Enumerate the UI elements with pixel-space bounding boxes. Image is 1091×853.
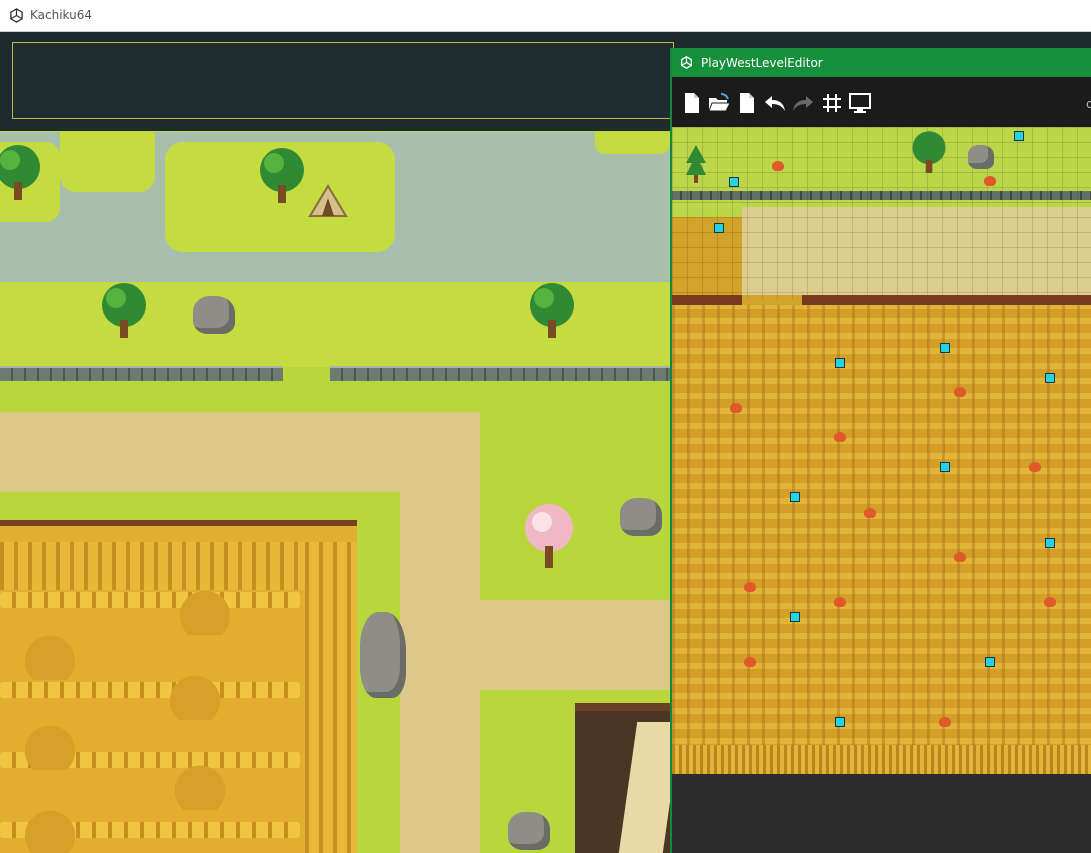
editor-titlebar[interactable]: PlayWestLevelEditor [672,48,1091,77]
level-editor-window[interactable]: PlayWestLevelEditor c [670,48,1091,853]
fox-enemy-marker[interactable] [954,387,966,397]
dirt-path [480,600,670,690]
canvas-grid [672,127,1091,299]
fox-enemy-marker[interactable] [834,597,846,607]
hay-mound [170,762,230,810]
entity-marker[interactable] [835,717,845,727]
tent-icon [308,184,348,217]
canvas-fence [802,295,1091,305]
canvas-field-edge [672,745,1091,774]
canvas-fence [672,295,742,305]
fox-enemy-marker[interactable] [744,657,756,667]
dirt-path [400,412,480,853]
level-canvas[interactable] [672,127,1091,774]
stone-wall [0,366,283,381]
editor-toolbar: c [672,77,1091,127]
island-top [60,132,155,192]
new-file-icon[interactable] [680,91,704,115]
wheat-crop [0,542,357,590]
hay-mound [175,587,235,635]
entity-marker[interactable] [729,177,739,187]
entity-marker[interactable] [1045,538,1055,548]
boulder [508,812,550,850]
hay-bales [0,682,300,698]
entity-marker[interactable] [1045,373,1055,383]
fox-enemy-marker[interactable] [1029,462,1041,472]
editor-footer [672,774,1091,853]
fox-enemy-marker[interactable] [834,432,846,442]
hay-mound [20,722,80,770]
oak-tree-icon [912,131,946,173]
hay-mound [20,807,80,853]
oak-tree-icon [260,148,304,203]
boulder [620,498,662,536]
hay-mound [165,672,225,720]
entity-marker[interactable] [790,492,800,502]
fox-enemy-marker[interactable] [954,552,966,562]
unity-logo-icon [10,8,23,23]
boulder [968,145,994,169]
entity-marker[interactable] [790,612,800,622]
boulder [360,612,406,698]
hay-bales [0,592,300,608]
app-titlebar: Kachiku64 [0,0,1091,32]
entity-marker[interactable] [714,223,724,233]
fox-enemy-marker[interactable] [939,717,951,727]
app-title: Kachiku64 [30,8,93,22]
entity-marker[interactable] [835,358,845,368]
fox-enemy-marker[interactable] [730,403,742,413]
oak-tree-icon [530,283,574,338]
undo-icon[interactable] [763,91,787,115]
fox-enemy-marker[interactable] [1044,597,1056,607]
stone-wall [330,366,670,381]
cherry-blossom-tree-icon [525,504,573,568]
entity-marker[interactable] [985,657,995,667]
open-folder-icon[interactable] [707,91,731,115]
canvas-wheat-field [672,305,1091,774]
oak-tree-icon [0,145,40,200]
editor-title: PlayWestLevelEditor [701,56,823,70]
hay-mound [20,632,80,680]
entity-marker[interactable] [940,462,950,472]
island-right [595,132,670,154]
hud-panel [12,42,674,119]
monitor-icon[interactable] [848,91,872,115]
wheat-crop [305,542,357,853]
unity-logo-icon [680,56,693,69]
fox-enemy-marker[interactable] [772,161,784,171]
oak-tree-icon [102,283,146,338]
grid-icon[interactable] [820,91,844,115]
entity-marker[interactable] [1014,131,1024,141]
entity-marker[interactable] [940,343,950,353]
boulder [193,296,235,334]
fox-enemy-marker[interactable] [984,176,996,186]
toolbar-overflow-text: c [1086,97,1091,111]
fox-enemy-marker[interactable] [744,582,756,592]
fox-enemy-marker[interactable] [864,508,876,518]
save-file-icon[interactable] [735,91,759,115]
pine-tree-icon [686,145,706,183]
redo-icon[interactable] [791,91,815,115]
